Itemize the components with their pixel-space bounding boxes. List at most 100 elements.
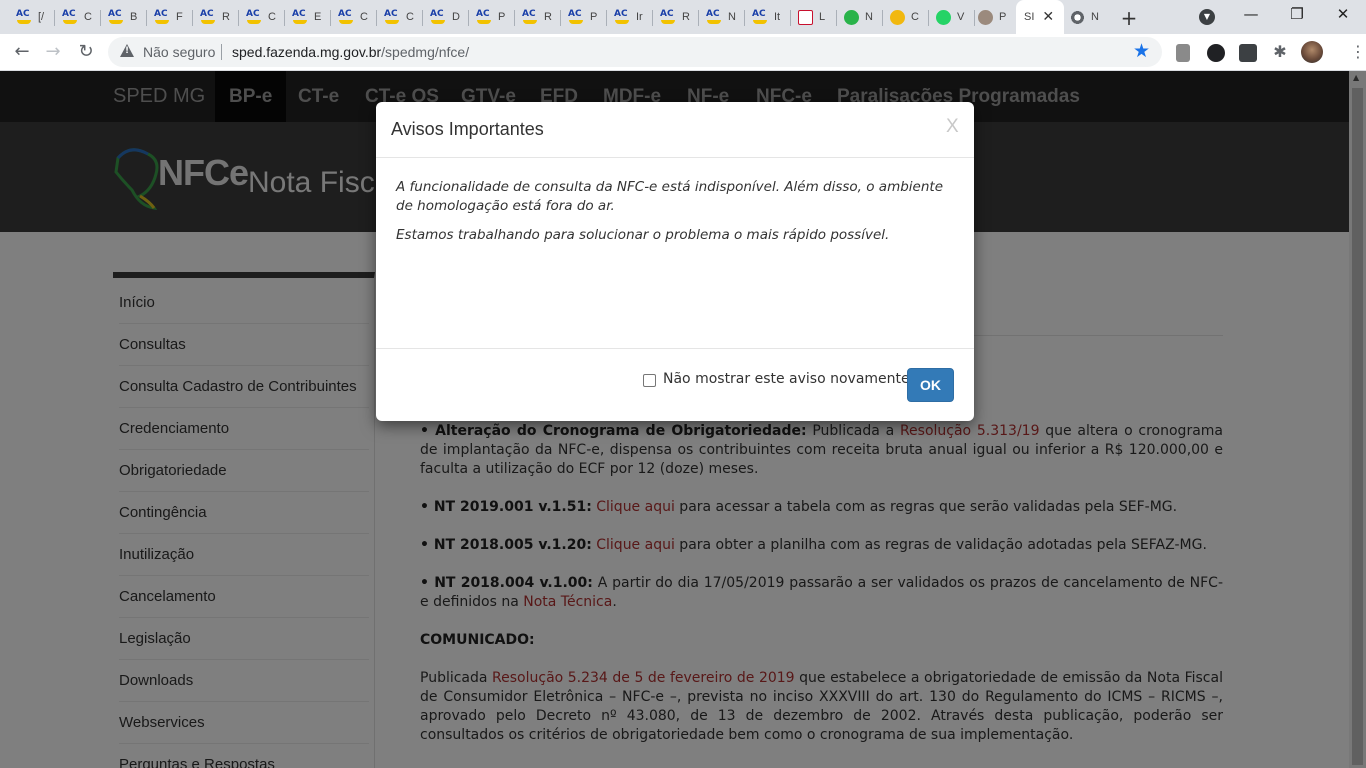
tab-separator (284, 10, 285, 26)
tab-item[interactable]: AC P (470, 3, 515, 31)
tab-item[interactable]: AC F (148, 3, 193, 31)
puzzle-icon[interactable]: ✱ (1268, 40, 1292, 64)
tab-item[interactable]: C (884, 3, 929, 31)
url-path: /spedmg/nfce/ (381, 44, 470, 60)
tab-item[interactable]: AC C (240, 3, 285, 31)
address-bar[interactable]: Não seguro sped.fazenda.mg.gov.br/spedmg… (108, 37, 1162, 67)
ok-button[interactable]: OK (907, 368, 954, 402)
tab-item[interactable]: N (1064, 3, 1109, 31)
tab-separator (698, 10, 699, 26)
ac-icon: AC (752, 10, 768, 24)
whatsapp-icon (936, 9, 951, 25)
tab-item[interactable]: AC [/ (10, 3, 55, 31)
ac-icon: AC (246, 10, 262, 24)
tab-item[interactable]: AC It (746, 3, 791, 31)
tab-separator (836, 10, 837, 26)
tab-label: R (544, 11, 552, 23)
tab-separator (928, 10, 929, 26)
tab-item[interactable]: AC Ir (608, 3, 653, 31)
modal-title: Avisos Importantes (391, 119, 544, 139)
maximize-button[interactable]: ❐ (1287, 5, 1307, 23)
divider (376, 157, 974, 158)
tab-separator (376, 10, 377, 26)
reload-icon[interactable]: ↻ (74, 40, 98, 64)
browser-toolbar: ← → ↻ Não seguro sped.fazenda.mg.gov.br/… (0, 34, 1366, 71)
not-secure-label: Não seguro (143, 44, 216, 60)
browser-tab-bar: AC [/ AC C AC B AC F AC R AC C AC E AC C AC C AC D AC P AC R AC P… (0, 0, 1366, 34)
tab-item[interactable]: AC C (378, 3, 423, 31)
tab-separator (744, 10, 745, 26)
forward-arrow-icon[interactable]: → (41, 40, 65, 64)
extension-icon[interactable] (1176, 44, 1190, 62)
tab-close-icon[interactable]: ✕ (1042, 9, 1054, 25)
ac-icon: AC (568, 10, 584, 24)
ac-icon: AC (338, 10, 354, 24)
modal-close-button[interactable]: X (946, 116, 959, 138)
tab-separator (790, 10, 791, 26)
extension-icon[interactable] (1239, 44, 1257, 62)
tab-item[interactable]: AC R (516, 3, 561, 31)
tab-label: C (406, 11, 414, 23)
ac-icon: AC (476, 10, 492, 24)
tab-label: V (957, 11, 965, 23)
tab-item[interactable]: AC C (56, 3, 101, 31)
tab-item[interactable]: L (792, 3, 837, 31)
tab-item[interactable]: AC R (654, 3, 699, 31)
new-tab-button[interactable]: + (1119, 6, 1139, 30)
tab-label: SI (1024, 11, 1035, 23)
url-host: sped.fazenda.mg.gov.br (232, 44, 382, 60)
tab-item[interactable]: AC C (332, 3, 377, 31)
dont-show-again-label[interactable]: Não mostrar este aviso novamente (663, 371, 910, 387)
menu-dots-icon[interactable]: ⋮ (1350, 42, 1366, 61)
tab-item[interactable]: P (972, 3, 1017, 31)
bookmark-star-icon[interactable]: ★ (1133, 40, 1150, 62)
tab-separator (882, 10, 883, 26)
tab-item[interactable]: AC E (286, 3, 331, 31)
notice-modal: Avisos Importantes X A funcionalidade de… (376, 102, 974, 421)
tab-separator (468, 10, 469, 26)
tab-item[interactable]: AC P (562, 3, 607, 31)
tab-item[interactable]: AC R (194, 3, 239, 31)
tab-item[interactable]: AC N (700, 3, 745, 31)
tab-item[interactable]: AC B (102, 3, 147, 31)
ac-icon: AC (384, 10, 400, 24)
tab-item[interactable]: AC D (424, 3, 469, 31)
tab-label: Ir (636, 11, 643, 23)
person-icon (978, 9, 993, 25)
tab-label: [/ (38, 11, 45, 23)
ac-icon: AC (200, 10, 216, 24)
ac-icon: AC (16, 10, 32, 24)
tab-active[interactable]: SI ✕ (1016, 0, 1064, 34)
tab-separator (238, 10, 239, 26)
tab-label: N (728, 11, 736, 23)
tab-label: P (498, 11, 506, 23)
profile-avatar[interactable] (1301, 41, 1323, 63)
tab-label: B (130, 11, 138, 23)
minimize-button[interactable]: — (1241, 5, 1261, 23)
chrome-icon (1070, 9, 1085, 25)
dont-show-again-checkbox[interactable] (643, 374, 656, 387)
tab-label: N (865, 11, 873, 23)
tab-label: C (84, 11, 92, 23)
tab-label: D (452, 11, 460, 23)
window-close-button[interactable]: ✕ (1333, 5, 1353, 23)
modal-message: A funcionalidade de consulta da NFC-e es… (396, 179, 943, 214)
tab-search-icon[interactable]: ▼ (1199, 9, 1215, 25)
url-text[interactable]: sped.fazenda.mg.gov.br/spedmg/nfce/ (232, 44, 469, 60)
ac-icon: AC (522, 10, 538, 24)
ac-icon: AC (62, 10, 78, 24)
tab-separator (606, 10, 607, 26)
w-icon (798, 9, 813, 25)
tab-separator (330, 10, 331, 26)
tab-separator (422, 10, 423, 26)
tab-separator (146, 10, 147, 26)
modal-message: Estamos trabalhando para solucionar o pr… (396, 227, 890, 243)
tab-separator (514, 10, 515, 26)
tab-label: F (176, 11, 183, 23)
back-arrow-icon[interactable]: ← (10, 40, 34, 64)
extension-icon[interactable] (1207, 44, 1225, 62)
tab-label: C (268, 11, 276, 23)
tab-label: P (590, 11, 598, 23)
tab-item[interactable]: V (930, 3, 975, 31)
tab-item[interactable]: N (838, 3, 883, 31)
